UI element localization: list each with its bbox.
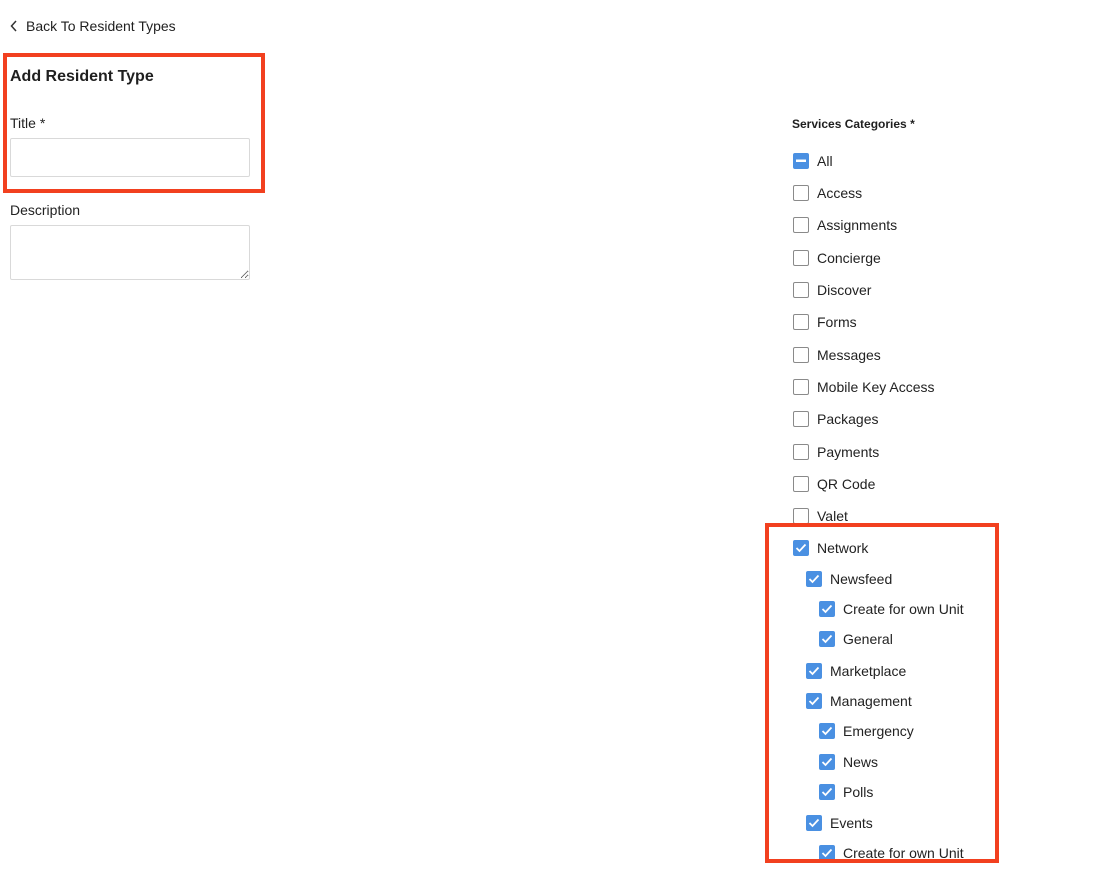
- page: Back To Resident Types Add Resident Type…: [0, 0, 1118, 869]
- checkbox-indeterminate-icon[interactable]: [793, 153, 809, 169]
- category-label: Newsfeed: [830, 571, 893, 587]
- back-to-resident-types-link[interactable]: Back To Resident Types: [10, 18, 176, 34]
- category-item-general[interactable]: General: [819, 631, 893, 647]
- category-item-news[interactable]: News: [819, 754, 878, 770]
- category-item-mobile-key-access[interactable]: Mobile Key Access: [793, 379, 935, 395]
- checkbox-checked-icon[interactable]: [806, 663, 822, 679]
- checkbox-checked-icon[interactable]: [819, 631, 835, 647]
- checkbox-unchecked-icon[interactable]: [793, 411, 809, 427]
- category-item-all[interactable]: All: [793, 153, 833, 169]
- category-item-discover[interactable]: Discover: [793, 282, 871, 298]
- checkbox-checked-icon[interactable]: [806, 693, 822, 709]
- category-label: Management: [830, 693, 912, 709]
- category-label: Network: [817, 540, 869, 556]
- category-item-packages[interactable]: Packages: [793, 411, 878, 427]
- category-item-assignments[interactable]: Assignments: [793, 217, 897, 233]
- checkbox-checked-icon[interactable]: [793, 540, 809, 556]
- category-item-valet[interactable]: Valet: [793, 508, 848, 524]
- checkbox-unchecked-icon[interactable]: [793, 444, 809, 460]
- description-label: Description: [10, 202, 81, 218]
- category-item-marketplace[interactable]: Marketplace: [806, 663, 906, 679]
- checkbox-unchecked-icon[interactable]: [793, 347, 809, 363]
- category-label: Concierge: [817, 250, 881, 266]
- category-label: Create for own Unit: [843, 601, 964, 617]
- title-label: Title *: [10, 115, 46, 131]
- category-label: Packages: [817, 411, 879, 427]
- category-item-qr-code[interactable]: QR Code: [793, 476, 875, 492]
- category-item-create-for-own-unit[interactable]: Create for own Unit: [819, 601, 964, 617]
- category-item-payments[interactable]: Payments: [793, 444, 879, 460]
- checkbox-checked-icon[interactable]: [806, 815, 822, 831]
- checkbox-unchecked-icon[interactable]: [793, 217, 809, 233]
- checkbox-unchecked-icon[interactable]: [793, 508, 809, 524]
- checkbox-unchecked-icon[interactable]: [793, 476, 809, 492]
- category-label: All: [817, 153, 833, 169]
- category-item-concierge[interactable]: Concierge: [793, 250, 881, 266]
- category-label: Events: [830, 815, 873, 831]
- category-label: Create for own Unit: [843, 845, 964, 861]
- services-categories-heading: Services Categories *: [792, 117, 915, 131]
- category-label: Forms: [817, 314, 857, 330]
- category-item-events[interactable]: Events: [806, 815, 873, 831]
- category-label: Emergency: [843, 723, 914, 739]
- category-label: QR Code: [817, 476, 876, 492]
- checkbox-checked-icon[interactable]: [819, 784, 835, 800]
- category-item-create-for-own-unit[interactable]: Create for own Unit: [819, 845, 964, 861]
- back-link-label: Back To Resident Types: [26, 18, 176, 34]
- category-label: Assignments: [817, 217, 898, 233]
- chevron-left-icon: [10, 20, 18, 32]
- checkbox-unchecked-icon[interactable]: [793, 282, 809, 298]
- category-label: Polls: [843, 784, 874, 800]
- category-item-management[interactable]: Management: [806, 693, 912, 709]
- category-label: Mobile Key Access: [817, 379, 935, 395]
- category-label: Marketplace: [830, 663, 907, 679]
- checkbox-unchecked-icon[interactable]: [793, 379, 809, 395]
- category-label: Payments: [817, 444, 880, 460]
- description-textarea[interactable]: [10, 225, 250, 280]
- checkbox-checked-icon[interactable]: [819, 845, 835, 861]
- category-item-newsfeed[interactable]: Newsfeed: [806, 571, 892, 587]
- checkbox-unchecked-icon[interactable]: [793, 314, 809, 330]
- checkbox-unchecked-icon[interactable]: [793, 250, 809, 266]
- category-item-polls[interactable]: Polls: [819, 784, 873, 800]
- category-item-forms[interactable]: Forms: [793, 314, 857, 330]
- category-label: Access: [817, 185, 863, 201]
- checkbox-checked-icon[interactable]: [806, 571, 822, 587]
- checkbox-checked-icon[interactable]: [819, 754, 835, 770]
- category-item-messages[interactable]: Messages: [793, 347, 881, 363]
- category-label: Discover: [817, 282, 872, 298]
- checkbox-unchecked-icon[interactable]: [793, 185, 809, 201]
- checkbox-checked-icon[interactable]: [819, 723, 835, 739]
- category-label: Messages: [817, 347, 881, 363]
- category-label: News: [843, 754, 879, 770]
- category-label: Valet: [817, 508, 848, 524]
- page-title: Add Resident Type: [10, 68, 154, 85]
- category-label: General: [843, 631, 893, 647]
- title-input[interactable]: [10, 138, 250, 177]
- checkbox-checked-icon[interactable]: [819, 601, 835, 617]
- category-item-access[interactable]: Access: [793, 185, 862, 201]
- category-item-network[interactable]: Network: [793, 540, 868, 556]
- category-item-emergency[interactable]: Emergency: [819, 723, 914, 739]
